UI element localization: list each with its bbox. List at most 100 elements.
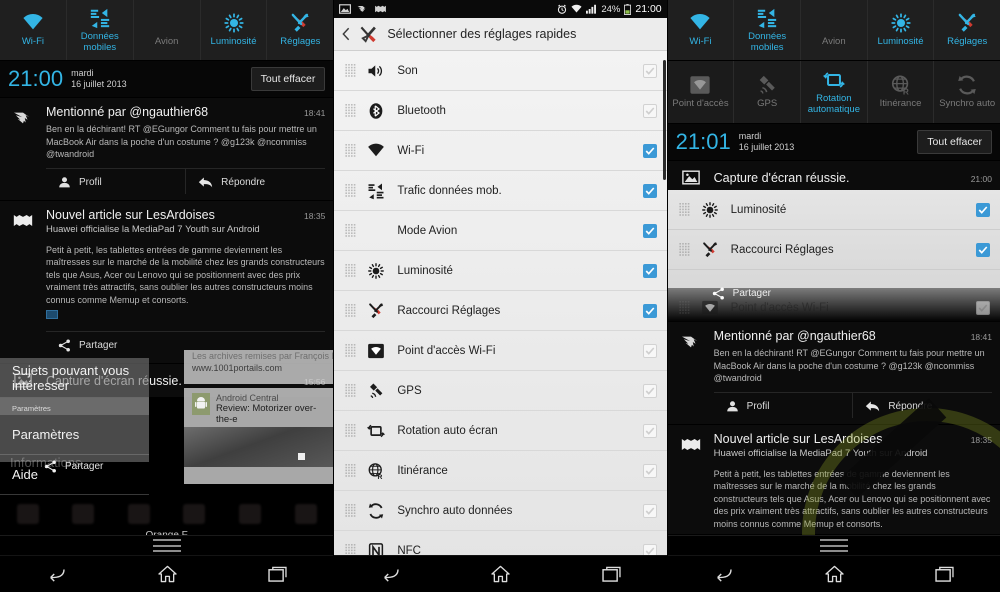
recents-icon[interactable] (935, 566, 954, 582)
back-chevron-icon[interactable] (342, 27, 350, 41)
checkbox[interactable] (642, 143, 657, 158)
checkbox[interactable] (642, 423, 657, 438)
setting-label: Raccourci Réglages (397, 304, 501, 317)
checkbox[interactable] (642, 503, 657, 518)
setting-row[interactable]: Mode Avion (334, 211, 667, 251)
back-icon[interactable] (380, 566, 400, 582)
tile-label: Point d'accès (672, 98, 729, 110)
tile-airplane[interactable]: Avion (801, 0, 868, 60)
home-icon[interactable] (491, 565, 511, 583)
tile-wifi[interactable]: Wi-Fi (668, 0, 735, 60)
setting-row[interactable]: Synchro auto données (334, 491, 667, 531)
checkbox[interactable] (642, 223, 657, 238)
tile-settings[interactable]: Réglages (267, 0, 333, 60)
tile-hotspot[interactable]: Point d'accès (667, 61, 735, 123)
tile-settings[interactable]: Réglages (934, 0, 1000, 60)
setting-row[interactable]: Bluetooth (334, 91, 667, 131)
data-traffic-icon (757, 8, 777, 29)
recents-icon[interactable] (268, 566, 288, 582)
tile-auto-sync[interactable]: Synchro auto (934, 61, 1000, 123)
drag-grip-icon[interactable] (344, 183, 358, 198)
system-navbar (334, 555, 667, 592)
notification-lesardoises[interactable]: Nouvel article sur LesArdoises 18:35 Hua… (0, 200, 334, 364)
tile-airplane[interactable]: Avion (134, 0, 201, 60)
roaming-icon: R (366, 461, 386, 481)
drag-grip-icon[interactable] (344, 63, 358, 78)
setting-row[interactable]: Raccourci Réglages (334, 291, 667, 331)
tile-brightness[interactable]: Luminosité (201, 0, 268, 60)
notification-twitter[interactable]: Mentionné par @ngauthier68 18:41 Ben en … (0, 98, 334, 201)
twitter-icon (357, 6, 367, 12)
drag-grip-icon[interactable] (678, 301, 692, 315)
tools-icon (958, 13, 976, 32)
notification-text: Petit à petit, les tablettes entrées de … (46, 244, 325, 305)
setting-row[interactable]: Trafic données mob. (334, 171, 667, 211)
twitter-icon (668, 329, 714, 424)
setting-row[interactable]: Rotation auto écran (334, 411, 667, 451)
drag-grip-icon[interactable] (344, 103, 358, 118)
tile-mobile-data[interactable]: Données mobiles (734, 0, 801, 60)
data-traffic-icon (366, 181, 386, 201)
action-repondre[interactable]: Répondre (185, 168, 325, 194)
tile-wifi[interactable]: Wi-Fi (0, 0, 67, 60)
drag-grip-icon[interactable] (344, 343, 358, 358)
checkbox[interactable] (642, 103, 657, 118)
scrollbar[interactable] (662, 60, 666, 180)
clear-all-button[interactable]: Tout effacer (250, 67, 326, 91)
drag-grip-icon[interactable] (344, 303, 358, 318)
checkbox[interactable] (642, 183, 657, 198)
tile-roaming[interactable]: R Itinérance (867, 61, 935, 123)
ghost-card-top: Les archives remises par François H www.… (184, 350, 334, 384)
checkbox[interactable] (975, 301, 990, 315)
checkbox[interactable] (642, 303, 657, 318)
action-profil[interactable]: Profil (714, 393, 853, 418)
checkbox[interactable] (642, 383, 657, 398)
drag-handle[interactable] (0, 535, 334, 555)
checkbox[interactable] (642, 343, 657, 358)
back-icon[interactable] (46, 566, 66, 582)
drag-grip-icon[interactable] (344, 263, 358, 278)
notification-time: 21:00 (970, 174, 992, 184)
recents-icon[interactable] (602, 566, 621, 582)
checkbox[interactable] (642, 463, 657, 478)
android-avatar-icon (192, 393, 210, 415)
drag-grip-icon[interactable] (344, 223, 358, 238)
hotspot-icon (690, 76, 711, 94)
home-icon[interactable] (825, 565, 844, 583)
drag-grip-icon[interactable] (344, 503, 358, 518)
action-profil[interactable]: Profil (46, 169, 185, 194)
drag-grip-icon[interactable] (344, 463, 358, 478)
drag-grip-icon[interactable] (678, 242, 692, 257)
setting-row[interactable]: Luminosité (334, 251, 667, 291)
checkbox[interactable] (975, 242, 990, 257)
checkbox[interactable] (642, 263, 657, 278)
checkbox[interactable] (975, 202, 990, 217)
gps-icon (370, 383, 383, 398)
tile-auto-rotate[interactable]: Rotation automatique (801, 61, 868, 123)
setting-row[interactable]: Point d'accès Wi-Fi (334, 331, 667, 371)
home-icon[interactable] (157, 565, 177, 583)
left-panel: Wi-Fi Données mobiles Avion Luminosité Réglag… (0, 0, 334, 592)
setting-row[interactable]: Wi-Fi (334, 131, 667, 171)
tools-icon (700, 240, 720, 260)
tile-brightness[interactable]: Luminosité (868, 0, 935, 60)
image-icon (0, 373, 46, 388)
drag-grip-icon[interactable] (678, 202, 692, 217)
drag-grip-icon[interactable] (344, 143, 358, 158)
drag-grip-icon[interactable] (344, 383, 358, 398)
notification-twitter[interactable]: Mentionné par @ngauthier68 18:41 Ben en … (667, 322, 1000, 425)
tile-gps[interactable]: GPS (734, 61, 801, 123)
brightness-icon (368, 262, 385, 279)
back-icon[interactable] (713, 566, 733, 582)
drag-grip-icon[interactable] (344, 423, 358, 438)
clear-all-button[interactable]: Tout effacer (917, 130, 992, 154)
tile-mobile-data[interactable]: Données mobiles (67, 0, 134, 60)
signal-icon (586, 4, 597, 14)
checkbox[interactable] (642, 63, 657, 78)
setting-row[interactable]: GPS (334, 371, 667, 411)
setting-row[interactable]: Son (334, 51, 667, 91)
ghost-setting-row: Raccourci Réglages (667, 230, 1000, 270)
setting-row[interactable]: R Itinérance (334, 451, 667, 491)
drag-handle[interactable] (667, 535, 1000, 555)
tile-label: Avion (154, 36, 179, 48)
